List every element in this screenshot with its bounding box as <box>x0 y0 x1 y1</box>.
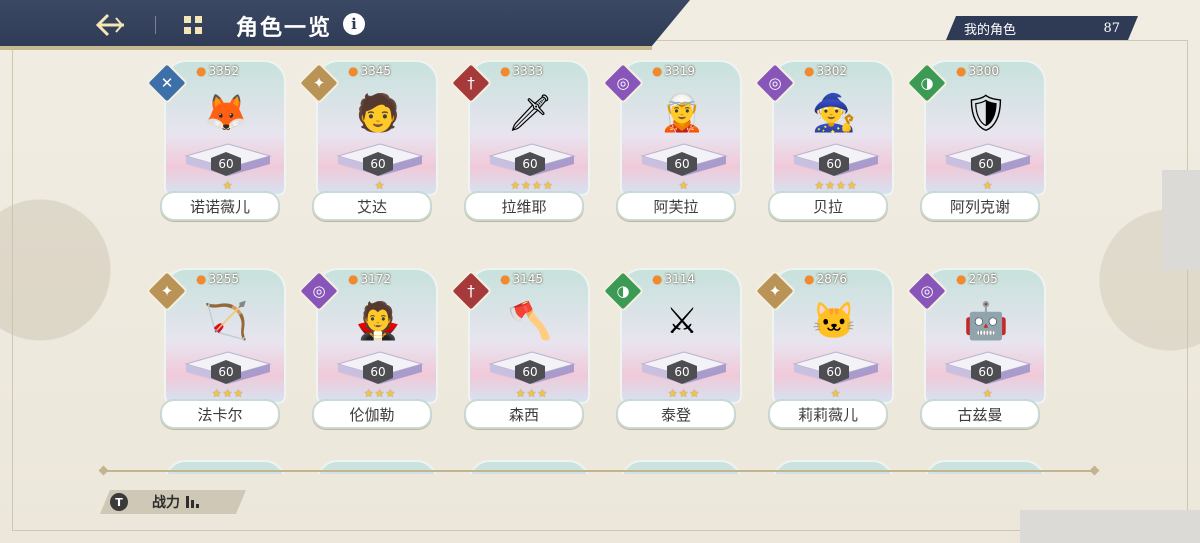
power-value: ● 3172 <box>348 272 391 286</box>
character-name: 诺诺薇儿 <box>160 191 280 221</box>
character-name: 阿列克谢 <box>920 191 1040 221</box>
power-number: 2876 <box>816 272 848 286</box>
power-value: ● 3319 <box>652 64 695 78</box>
character-sprite: 🤖 <box>963 301 1009 342</box>
flame-icon: ● <box>804 64 815 78</box>
character-counter: 我的角色 87 <box>946 16 1138 40</box>
character-name: 莉莉薇儿 <box>768 399 888 429</box>
flame-icon: ● <box>196 64 207 78</box>
counter-label: 我的角色 <box>964 22 1017 38</box>
character-card[interactable]: ✦ ● 2876 🐱 60 ★ 莉莉薇儿 <box>753 266 912 474</box>
character-card[interactable]: ✦ ● 3255 🏹 60 ★★★ 法卡尔 <box>145 266 304 474</box>
character-card[interactable]: † ● 3333 🗡 60 ★★★★ 拉维耶 <box>449 58 608 266</box>
flame-icon: ● <box>956 64 967 78</box>
power-number: 3319 <box>664 64 696 78</box>
character-card[interactable]: ◑ ● 3300 🛡 60 ★ 阿列克谢 <box>905 58 1064 266</box>
power-value: ● 3345 <box>348 64 391 78</box>
power-number: 3114 <box>664 272 696 286</box>
character-name: 阿芙拉 <box>616 191 736 221</box>
power-value: ● 3145 <box>500 272 543 286</box>
pixel-overlay <box>1020 510 1200 543</box>
character-card[interactable]: ✕ ● 3352 🦊 60 ★ 诺诺薇儿 <box>145 58 304 266</box>
flame-icon: ● <box>196 272 207 286</box>
character-card[interactable]: ◎ ● 3302 🧙 60 ★★★★ 贝拉 <box>753 58 912 266</box>
header-separator <box>155 16 156 34</box>
power-value: ● 3114 <box>652 272 695 286</box>
power-number: 3333 <box>512 64 544 78</box>
grid-icon <box>184 16 202 34</box>
power-number: 3345 <box>360 64 392 78</box>
character-card[interactable]: ◎ ● 3172 🧛 60 ★★★ 伦伽勒 <box>297 266 456 474</box>
character-name: 伦伽勒 <box>312 399 432 429</box>
sort-label: 战力 <box>152 495 180 511</box>
character-card[interactable]: ◎ ● 3319 🧝 60 ★ 阿芙拉 <box>601 58 760 266</box>
character-name: 拉维耶 <box>464 191 584 221</box>
character-sprite: 🪓 <box>507 301 553 342</box>
page-title: 角色一览 <box>236 15 333 41</box>
info-button[interactable]: i <box>343 13 365 35</box>
flame-icon: ● <box>500 272 511 286</box>
character-sprite: 🦊 <box>203 93 249 134</box>
power-number: 3172 <box>360 272 392 286</box>
character-grid: ✕ ●3352 🦊 60 ★ 诺诺薇儿 ✦ ●3345 🧑 60 ★ 艾达 <box>145 58 1052 474</box>
character-name: 艾达 <box>312 191 432 221</box>
power-value: ● 2?05 <box>956 272 998 286</box>
power-value: ● 3302 <box>804 64 847 78</box>
character-sprite: 🏹 <box>203 301 249 342</box>
flame-icon: ● <box>348 64 359 78</box>
character-sprite: 🛡 <box>963 93 1009 134</box>
character-sprite: ⚔ <box>665 300 699 342</box>
flame-icon: ● <box>652 64 663 78</box>
flame-icon: ● <box>804 272 815 286</box>
character-sprite: 🐱 <box>811 301 857 342</box>
character-card[interactable]: ◎ ● 2?05 🤖 60 ★ 古兹曼 <box>905 266 1064 474</box>
power-number: 3352 <box>208 64 240 78</box>
filter-icon: T <box>110 493 128 511</box>
back-button[interactable] <box>92 9 130 41</box>
character-name: 森西 <box>464 399 584 429</box>
header-edge <box>0 46 652 50</box>
character-sprite: 🗡 <box>507 93 553 134</box>
power-value: ● 3352 <box>196 64 239 78</box>
flame-icon: ● <box>652 272 663 286</box>
power-value: ● 3300 <box>956 64 999 78</box>
pixel-overlay <box>1162 170 1200 270</box>
character-card[interactable]: ✦ ● 3345 🧑 60 ★ 艾达 <box>297 58 456 266</box>
sort-order-icon <box>186 496 199 508</box>
character-card[interactable]: † ● 3145 🪓 60 ★★★ 森西 <box>449 266 608 474</box>
character-sprite: 🧝 <box>659 93 705 134</box>
character-name: 贝拉 <box>768 191 888 221</box>
sort-by-power-button[interactable]: T 战力 <box>100 490 246 514</box>
power-number: 2?05 <box>968 272 998 286</box>
character-card[interactable]: ◑ ● 3114 ⚔ 60 ★★★ 泰登 <box>601 266 760 474</box>
power-number: 3255 <box>208 272 240 286</box>
power-number: 3300 <box>968 64 1000 78</box>
character-sprite: 🧑 <box>355 93 401 134</box>
character-sprite: 🧛 <box>355 301 401 342</box>
flame-icon: ● <box>500 64 511 78</box>
counter-value: 87 <box>1103 20 1120 36</box>
power-number: 3302 <box>816 64 848 78</box>
flame-icon: ● <box>956 272 967 286</box>
flame-icon: ● <box>348 272 359 286</box>
character-name: 泰登 <box>616 399 736 429</box>
character-name: 法卡尔 <box>160 399 280 429</box>
power-value: ● 3255 <box>196 272 239 286</box>
back-arrow-icon <box>95 13 124 37</box>
power-value: ● 3333 <box>500 64 543 78</box>
character-sprite: 🧙 <box>811 93 857 134</box>
character-name: 古兹曼 <box>920 399 1040 429</box>
power-value: ● 2876 <box>804 272 847 286</box>
power-number: 3145 <box>512 272 544 286</box>
divider <box>104 470 1094 472</box>
